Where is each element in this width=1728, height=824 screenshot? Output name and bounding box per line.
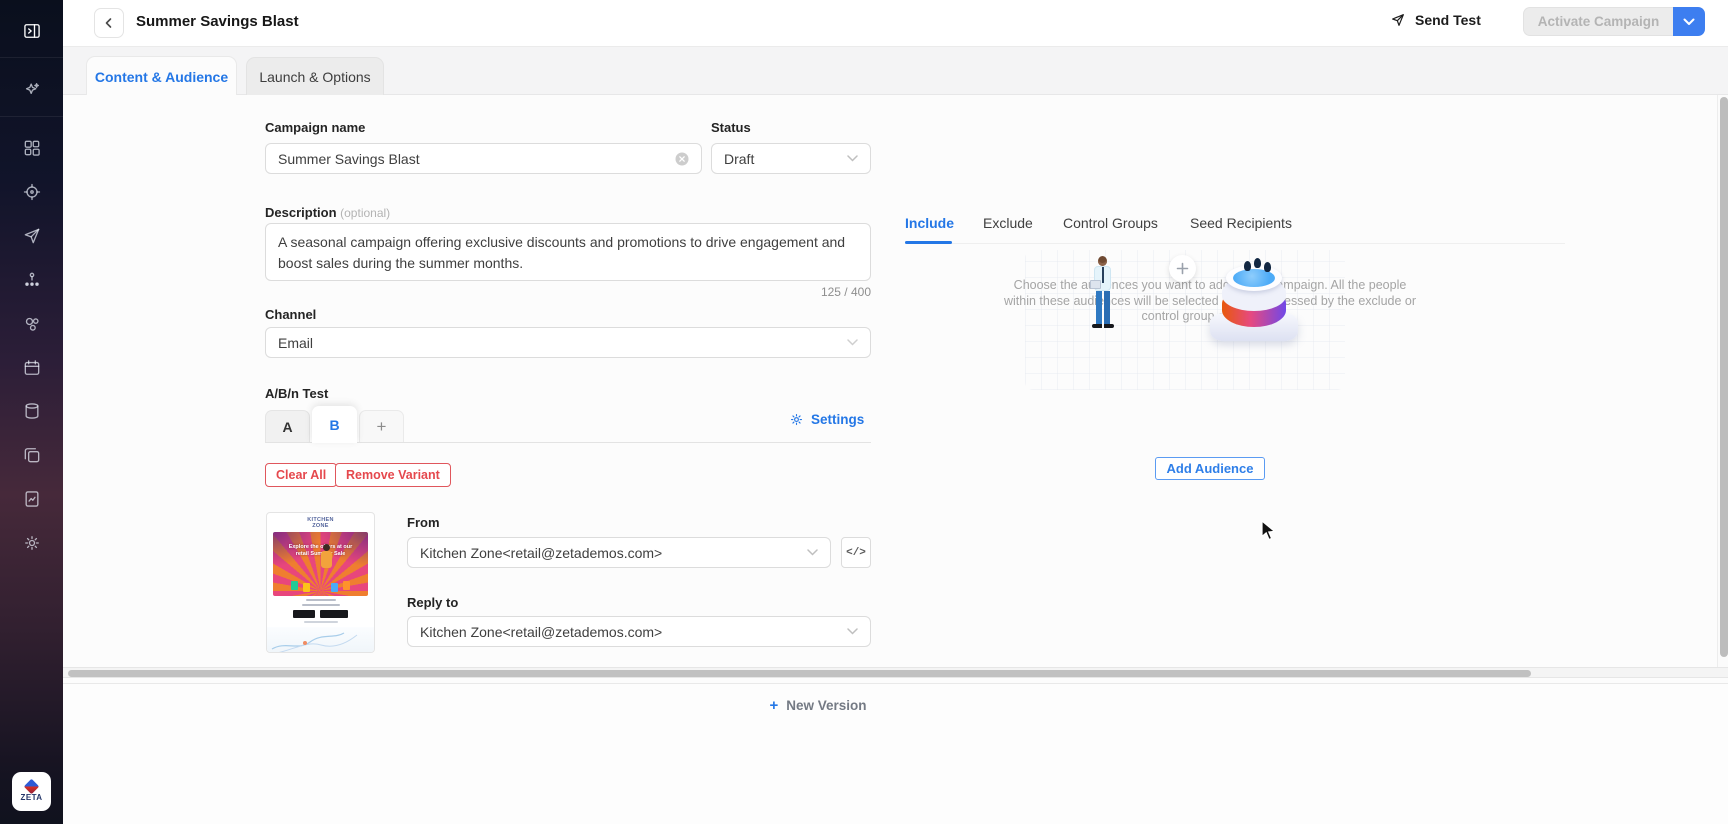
audience-tab-exclude[interactable]: Exclude: [983, 215, 1033, 231]
settings-gear-icon[interactable]: [21, 532, 43, 554]
from-select[interactable]: Kitchen Zone<retail@zetademos.com>: [407, 537, 831, 568]
thumbnail-text-line: [304, 621, 338, 623]
plus-icon: +: [769, 701, 778, 711]
audience-podium-illustration: [1208, 253, 1300, 349]
channel-value: Email: [278, 335, 313, 351]
variant-tab-b[interactable]: B: [312, 406, 357, 443]
settings-gear-icon: [789, 412, 804, 427]
description-textarea[interactable]: A seasonal campaign offering exclusive d…: [265, 223, 871, 281]
edit-html-code-button[interactable]: </>: [841, 537, 871, 568]
audience-tab-seed-recipients[interactable]: Seed Recipients: [1190, 215, 1292, 231]
character-count: 125 / 400: [759, 285, 871, 299]
vertical-scrollbar-track: [1717, 95, 1728, 667]
clear-input-icon[interactable]: [675, 152, 689, 166]
from-value: Kitchen Zone<retail@zetademos.com>: [420, 545, 662, 561]
audience-tab-control-groups[interactable]: Control Groups: [1063, 215, 1158, 231]
calendar-icon[interactable]: [21, 357, 43, 379]
segments-circles-icon[interactable]: [21, 313, 43, 335]
activate-campaign-split-button: Activate Campaign: [1523, 7, 1705, 36]
chevron-down-icon: [847, 155, 858, 162]
campaign-name-input[interactable]: Summer Savings Blast: [265, 143, 702, 174]
status-label: Status: [711, 120, 751, 135]
description-value: A seasonal campaign offering exclusive d…: [278, 232, 858, 274]
campaigns-send-icon[interactable]: [21, 225, 43, 247]
ab-settings-label: Settings: [811, 412, 864, 427]
thumbnail-brand-logo: KITCHEN ZONE: [267, 517, 374, 529]
vertical-scrollbar-thumb[interactable]: [1720, 97, 1728, 657]
person-illustration: [1088, 256, 1116, 340]
send-test-button[interactable]: Send Test: [1390, 12, 1481, 28]
top-header: Summer Savings Blast Send Test Activate …: [63, 0, 1728, 47]
panel-toggle-icon[interactable]: [21, 20, 43, 42]
campaign-name-value: Summer Savings Blast: [278, 151, 675, 167]
add-audience-button[interactable]: Add Audience: [1155, 457, 1265, 480]
sidebar-divider: [0, 116, 63, 117]
dashboard-grid-icon[interactable]: [21, 137, 43, 159]
mouse-cursor: [1261, 520, 1278, 547]
horizontal-scrollbar-thumb[interactable]: [68, 670, 1531, 677]
chevron-left-icon: [103, 17, 115, 29]
page-title: Summer Savings Blast: [136, 13, 299, 30]
zeta-diamond-icon: [24, 779, 40, 795]
campaign-name-label: Campaign name: [265, 120, 365, 135]
chevron-down-icon: [1683, 18, 1695, 26]
description-label: Description (optional): [265, 205, 390, 220]
send-test-label: Send Test: [1415, 12, 1481, 28]
thumbnail-text-line: [302, 604, 340, 606]
database-icon[interactable]: [21, 400, 43, 422]
reply-to-value: Kitchen Zone<retail@zetademos.com>: [420, 624, 662, 640]
reply-to-label: Reply to: [407, 595, 458, 610]
content-area: Campaign name Summer Savings Blast Statu…: [63, 95, 1717, 667]
sidebar-divider: [0, 57, 63, 58]
new-version-button[interactable]: + New Version: [63, 698, 1573, 713]
email-preview-thumbnail[interactable]: KITCHEN ZONE Explore the offers at our r…: [266, 512, 375, 653]
chevron-down-icon: [847, 339, 858, 346]
horizontal-scrollbar-track: [63, 667, 1728, 678]
sparkles-ai-icon[interactable]: [21, 79, 43, 101]
variant-tab-a[interactable]: A: [265, 410, 310, 443]
goals-target-icon[interactable]: [21, 181, 43, 203]
add-variant-tab[interactable]: +: [359, 410, 404, 443]
activate-campaign-button[interactable]: Activate Campaign: [1523, 7, 1673, 36]
tab-content-audience[interactable]: Content & Audience: [86, 56, 237, 96]
thumbnail-text-line: [306, 599, 336, 601]
audience-tabs-divider: [905, 243, 1565, 244]
app-window: ZETA Summer Savings Blast Send Test Acti…: [0, 0, 1728, 824]
thumbnail-hero-image: Explore the offers at our retail Summer …: [273, 532, 368, 596]
status-value: Draft: [724, 151, 754, 167]
from-label: From: [407, 515, 440, 530]
clear-all-button[interactable]: Clear All: [265, 463, 337, 487]
abn-test-label: A/B/n Test: [265, 386, 328, 401]
chevron-down-icon: [807, 549, 818, 556]
left-nav-sidebar: ZETA: [0, 0, 63, 824]
status-select[interactable]: Draft: [711, 143, 871, 174]
audience-tab-include[interactable]: Include: [905, 215, 954, 231]
report-doc-icon[interactable]: [21, 488, 43, 510]
bottom-bar: + New Version: [63, 683, 1728, 824]
thumbnail-footer-illustration: [267, 627, 374, 653]
remove-variant-button[interactable]: Remove Variant: [335, 463, 451, 487]
reply-to-select[interactable]: Kitchen Zone<retail@zetademos.com>: [407, 616, 871, 647]
thumbnail-buttons: [267, 610, 374, 618]
zeta-logo[interactable]: ZETA: [12, 772, 51, 811]
hero-person: [323, 544, 330, 551]
send-plane-icon: [1390, 12, 1406, 28]
chevron-down-icon: [847, 628, 858, 635]
channel-label: Channel: [265, 307, 316, 322]
channel-select[interactable]: Email: [265, 327, 871, 358]
tab-launch-options[interactable]: Launch & Options: [246, 57, 384, 96]
copy-pages-icon[interactable]: [21, 444, 43, 466]
active-tab-underline: [905, 241, 952, 244]
activate-campaign-caret-button[interactable]: [1673, 7, 1705, 36]
ab-settings-button[interactable]: Settings: [789, 412, 864, 427]
plus-circle-icon: [1169, 255, 1196, 282]
journey-tree-icon[interactable]: [21, 269, 43, 291]
description-optional-hint: (optional): [340, 206, 390, 220]
zeta-logo-text: ZETA: [21, 793, 43, 802]
back-button[interactable]: [94, 8, 124, 38]
page-tabstrip: Content & Audience Launch & Options: [63, 47, 1728, 95]
